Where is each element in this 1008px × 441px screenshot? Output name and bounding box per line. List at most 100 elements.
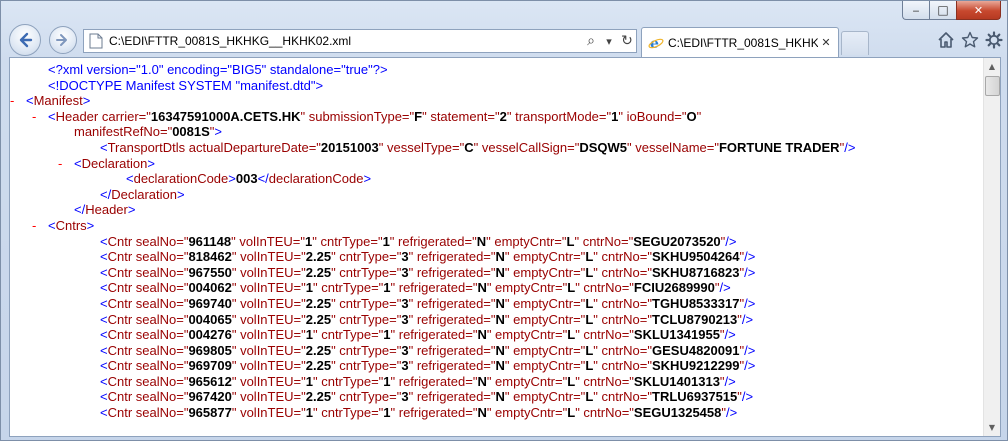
xml-attr-name: sealNo=" [132,233,189,249]
xml-bracket: < [100,389,108,405]
xml-attr-name: " emptyCntr=" [504,389,586,405]
xml-attr-value: 969740 [188,295,232,311]
xml-attr-value: N [495,295,505,311]
xml-attr-name: " [696,108,702,124]
xml-tag-name: Cntr [107,373,133,389]
xml-bracket: /> [726,405,738,421]
back-button[interactable] [9,24,41,56]
xml-attr-name: " refrigerated=" [390,405,478,421]
xml-attr-name: " emptyCntr=" [504,342,586,358]
xml-attr-name: actualDepartureDate=" [185,139,321,155]
xml-attr-name: manifestRefNo=" [74,124,173,140]
xml-attr-value: N [495,249,505,265]
xml-bracket: < [100,373,108,389]
home-icon [938,32,954,48]
xml-attr-name: " volInTEU=" [231,249,306,265]
xml-bracket: < [100,139,108,155]
xml-attr-name: " refrigerated=" [390,280,478,296]
xml-attr-name: " emptyCntr=" [486,327,568,343]
xml-attr-name: " refrigerated=" [408,264,496,280]
xml-declaration: <?xml version="1.0" encoding="BIG5" stan… [48,62,388,77]
collapse-toggle[interactable]: - [58,156,70,172]
xml-attr-name: sealNo=" [132,405,189,421]
forward-button[interactable] [49,26,77,54]
xml-attr-name: " cntrType=" [331,249,402,265]
refresh-icon[interactable]: ↻ [618,31,636,51]
xml-attr-name: " cntrType=" [331,295,402,311]
xml-bracket: /> [719,280,731,296]
xml-attr-value: GESU4820091 [652,342,740,358]
xml-bracket: > [228,171,236,187]
scroll-down-icon[interactable]: ▼ [984,419,1000,436]
xml-attr-value: 2.25 [305,264,332,280]
xml-line: <Cntr sealNo="961148" volInTEU=" 1" cntrT… [10,234,985,250]
xml-attr-value: 2.25 [305,249,332,265]
collapse-toggle[interactable]: - [32,109,44,125]
xml-attr-value: N [495,389,505,405]
close-window-button[interactable]: ✕ [956,1,1001,20]
xml-tag-name: Cntr [107,342,133,358]
vertical-scrollbar[interactable]: ▲ ▼ [983,58,1000,436]
xml-line: - <Cntrs> [10,218,985,234]
xml-attr-value: 3 [401,311,409,327]
xml-attr-value: 967550 [188,264,232,280]
tools-button[interactable] [985,31,1003,49]
xml-attr-name: " cntrType=" [312,373,384,389]
collapse-toggle[interactable]: - [32,218,44,234]
xml-bracket: < [100,327,108,343]
minimize-button[interactable]: ‒ [902,1,929,20]
collapse-toggle[interactable]: - [10,93,22,109]
xml-attr-value: C [464,139,474,155]
xml-bracket: < [100,295,108,311]
xml-attr-name: " refrigerated=" [408,249,496,265]
xml-attr-name: " volInTEU=" [231,389,306,405]
xml-bracket: /> [741,311,754,327]
xml-attr-name: " cntrType=" [331,389,402,405]
xml-bracket: < [100,405,108,421]
xml-line: <Cntr sealNo="004276" volInTEU="1" cntrT… [10,327,985,343]
xml-attr-name: " refrigerated=" [408,311,496,327]
address-bar[interactable]: C:\EDI\FTTR_0081S_HKHKG__HKHK02.xml ⌕ ▾ … [83,29,637,53]
xml-attr-value: SKHU9212299 [652,358,740,374]
xml-attr-name: " emptyCntr=" [504,358,586,374]
xml-attr-name: " cntrNo=" [593,311,652,327]
xml-attr-name: sealNo=" [132,249,189,265]
address-dropdown-icon[interactable]: ▾ [600,31,618,51]
favorites-button[interactable] [961,31,979,49]
scroll-up-icon[interactable]: ▲ [984,58,1000,75]
scrollbar-thumb[interactable] [985,76,1000,96]
xml-attr-value: N [495,311,505,327]
xml-attr-value: 818462 [188,249,232,265]
xml-attr-name: " refrigerated=" [389,233,477,249]
search-icon[interactable]: ⌕ [582,31,600,51]
xml-attr-name: " cntrType=" [312,233,383,249]
xml-line: - <Header carrier="16347591000A.CETS.HK" … [10,109,985,125]
xml-tag-name: Cntr [107,264,133,280]
xml-attr-value: N [477,373,487,389]
address-url[interactable]: C:\EDI\FTTR_0081S_HKHKG__HKHK02.xml [109,34,582,48]
xml-attr-value: 2.25 [305,358,332,374]
maximize-button[interactable]: □ [929,1,956,20]
xml-line: <Cntr sealNo="004062" volInTEU="1" cntrT… [10,280,985,296]
xml-attr-name: " cntrNo=" [575,405,634,421]
xml-attr-name: " refrigerated=" [408,295,496,311]
xml-attr-name: " cntrType=" [331,311,402,327]
xml-bracket: /> [744,295,756,311]
new-tab-button[interactable] [841,31,869,55]
back-arrow-icon [19,32,33,48]
home-button[interactable] [937,31,955,49]
xml-tree-view: <?xml version="1.0" encoding="BIG5" stan… [10,62,985,421]
xml-bracket: /> [744,358,756,374]
tab-close-icon[interactable]: ✕ [818,36,834,49]
xml-attr-value: 969709 [188,358,232,374]
xml-bracket: </ [100,186,112,202]
xml-attr-name: " ioBound=" [618,108,687,124]
xml-attr-name: " cntrType=" [331,358,402,374]
xml-attr-name: sealNo=" [132,327,189,343]
xml-attr-value: 969805 [188,342,232,358]
xml-attr-name: " refrigerated=" [390,327,478,343]
xml-attr-value: 3 [401,249,409,265]
xml-attr-name: " refrigerated=" [408,342,496,358]
xml-attr-name: " emptyCntr=" [486,373,568,389]
tab-active[interactable]: e C:\EDI\FTTR_0081S_HKHKG... ✕ [641,27,839,57]
